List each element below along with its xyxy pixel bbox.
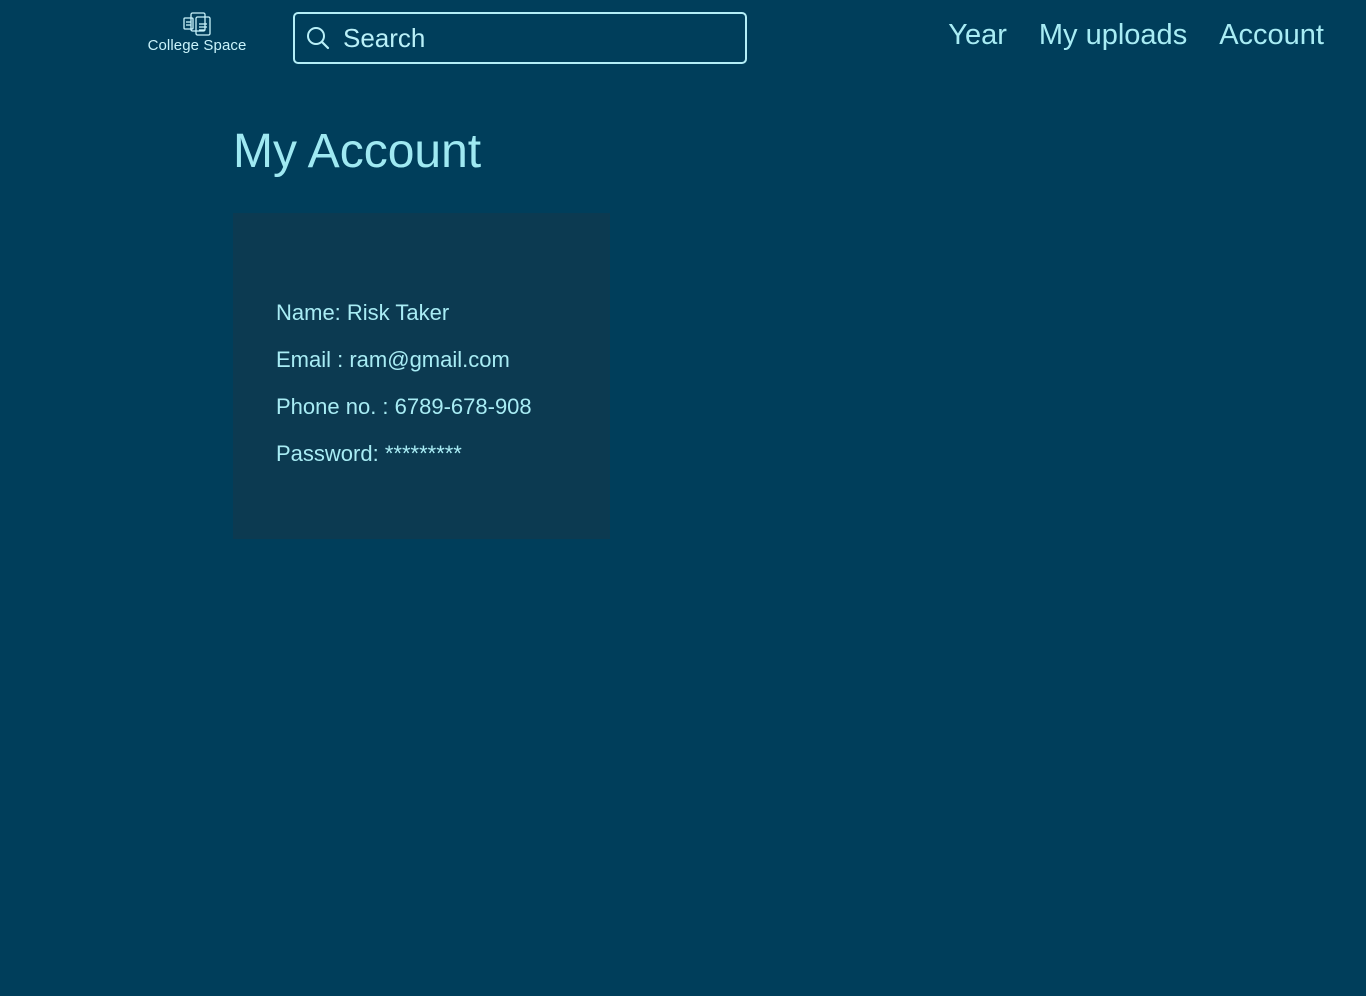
nav-my-uploads-link[interactable]: My uploads: [1039, 14, 1187, 56]
account-email: Email : ram@gmail.com: [276, 347, 510, 372]
top-nav: Year My uploads Account: [948, 14, 1324, 56]
account-phone: Phone no. : 6789-678-908: [276, 394, 532, 419]
search-box[interactable]: [293, 12, 747, 64]
search-input[interactable]: [343, 22, 723, 54]
page: College Space Year My uploads Account My…: [0, 0, 1366, 996]
search-icon: [307, 27, 330, 50]
brand-logo[interactable]: College Space: [140, 10, 254, 58]
documents-icon: [183, 12, 211, 36]
nav-account-link[interactable]: Account: [1219, 14, 1324, 56]
account-password: Password: *********: [276, 441, 462, 466]
nav-year-link[interactable]: Year: [948, 14, 1007, 56]
brand-name: College Space: [147, 37, 247, 54]
account-name: Name: Risk Taker: [276, 300, 450, 325]
page-title: My Account: [233, 125, 482, 178]
account-details-card: Name: Risk Taker Email : ram@gmail.com P…: [233, 213, 610, 539]
